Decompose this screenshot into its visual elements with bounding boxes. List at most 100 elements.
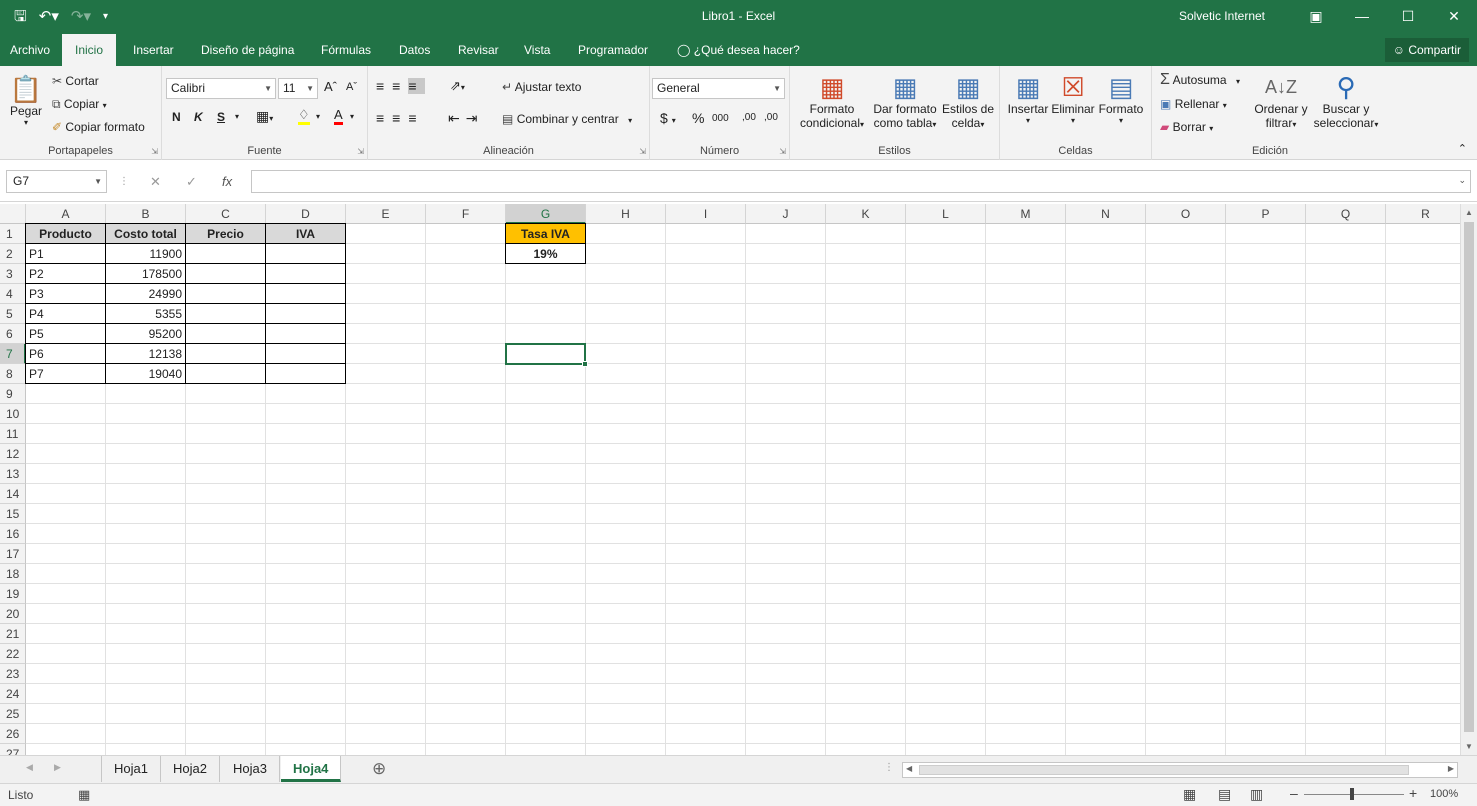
column-header[interactable]: P bbox=[1226, 204, 1306, 224]
column-header[interactable]: R bbox=[1386, 204, 1460, 224]
column-header[interactable]: B bbox=[106, 204, 186, 224]
table-cell[interactable] bbox=[265, 343, 346, 364]
table-cell[interactable]: P5 bbox=[25, 323, 106, 344]
column-header[interactable]: L bbox=[906, 204, 986, 224]
column-header[interactable]: N bbox=[1066, 204, 1146, 224]
formula-input[interactable]: ⌄ bbox=[251, 170, 1471, 193]
merge-center-button[interactable]: ▤ Combinar y centrar ▾ bbox=[502, 110, 632, 130]
save-icon[interactable]: 🖫 bbox=[14, 7, 27, 27]
table-cell[interactable] bbox=[265, 283, 346, 304]
tab-inicio[interactable]: Inicio bbox=[62, 34, 117, 66]
row-header[interactable]: 24 bbox=[0, 684, 26, 704]
column-header[interactable]: I bbox=[666, 204, 746, 224]
grow-font-icon[interactable]: Aˆ bbox=[324, 79, 337, 94]
maximize-icon[interactable]: ☐ bbox=[1385, 0, 1431, 34]
row-header[interactable]: 11 bbox=[0, 424, 26, 444]
zoom-slider[interactable] bbox=[1304, 794, 1404, 795]
orientation-icon[interactable]: ⇗▾ bbox=[450, 78, 465, 94]
new-sheet-icon[interactable]: ⊕ bbox=[372, 759, 386, 779]
underline-button[interactable]: S bbox=[217, 110, 225, 124]
fill-handle[interactable] bbox=[582, 361, 588, 367]
row-header[interactable]: 10 bbox=[0, 404, 26, 424]
table-cell[interactable]: 178500 bbox=[105, 263, 186, 284]
table-cell[interactable] bbox=[185, 263, 266, 284]
sheet-tab-hoja1[interactable]: Hoja1 bbox=[101, 756, 161, 782]
clear-button[interactable]: ▰ Borrar ▾ bbox=[1160, 118, 1213, 138]
number-format-combo[interactable]: General ▼ bbox=[652, 78, 785, 99]
fill-color-icon[interactable]: ♢ bbox=[298, 108, 310, 125]
row-header[interactable]: 14 bbox=[0, 484, 26, 504]
fill-button[interactable]: ▣ Rellenar ▾ bbox=[1160, 95, 1227, 115]
macro-record-icon[interactable]: ▦ bbox=[78, 787, 90, 803]
dialog-launcher-icon[interactable]: ⇲ bbox=[151, 147, 158, 156]
currency-button[interactable]: $ ▾ bbox=[660, 110, 676, 126]
column-header[interactable]: M bbox=[986, 204, 1066, 224]
table-cell[interactable]: P1 bbox=[25, 243, 106, 264]
table-cell[interactable]: 12138 bbox=[105, 343, 186, 364]
column-header[interactable]: O bbox=[1146, 204, 1226, 224]
normal-view-icon[interactable]: ▦ bbox=[1183, 786, 1196, 803]
row-header[interactable]: 6 bbox=[0, 324, 26, 344]
user-name[interactable]: Solvetic Internet bbox=[1179, 9, 1265, 23]
percent-button[interactable]: % bbox=[692, 110, 704, 126]
decrease-decimal-button[interactable]: ,00 bbox=[764, 112, 778, 123]
tell-me-box[interactable]: ◯ ¿Qué desea hacer? bbox=[668, 34, 809, 66]
column-header[interactable]: E bbox=[346, 204, 426, 224]
table-cell[interactable] bbox=[265, 303, 346, 324]
table-cell[interactable]: P4 bbox=[25, 303, 106, 324]
ribbon-display-icon[interactable]: ▣ bbox=[1293, 0, 1339, 34]
row-header[interactable]: 19 bbox=[0, 584, 26, 604]
table-cell[interactable] bbox=[185, 303, 266, 324]
column-header[interactable]: A bbox=[26, 204, 106, 224]
table-cell[interactable] bbox=[185, 363, 266, 384]
dialog-launcher-icon[interactable]: ⇲ bbox=[779, 147, 786, 156]
table-cell[interactable] bbox=[265, 243, 346, 264]
vertical-scrollbar[interactable]: ▲ ▼ bbox=[1460, 204, 1477, 755]
selected-cell-outline[interactable] bbox=[505, 343, 588, 367]
conditional-format-button[interactable]: ▦ Formato condicional▾ bbox=[794, 72, 870, 130]
horizontal-scrollbar[interactable]: ◀ ▶ bbox=[902, 762, 1458, 778]
page-layout-icon[interactable]: ▤ bbox=[1218, 786, 1231, 803]
table-cell[interactable] bbox=[265, 263, 346, 284]
row-header[interactable]: 2 bbox=[0, 244, 26, 264]
worksheet-grid[interactable]: A B C D E F G H I J K L M N O P Q R 1 2 3 4 5 6 7 8 9 10 11 12 13 14 15 1… bbox=[0, 204, 1460, 755]
tab-formulas[interactable]: Fórmulas bbox=[312, 34, 380, 66]
column-header[interactable]: K bbox=[826, 204, 906, 224]
row-header[interactable]: 9 bbox=[0, 384, 26, 404]
scroll-down-icon[interactable]: ▼ bbox=[1461, 742, 1477, 751]
scroll-up-icon[interactable]: ▲ bbox=[1461, 208, 1477, 217]
table-cell[interactable] bbox=[185, 343, 266, 364]
customize-icon[interactable]: ▾ bbox=[103, 7, 108, 27]
tab-programador[interactable]: Programador bbox=[569, 34, 657, 66]
vertical-align-icons[interactable]: ≡≡≡ bbox=[376, 78, 425, 94]
sort-filter-button[interactable]: A↓Z Ordenar y filtrar▾ bbox=[1252, 72, 1310, 130]
scroll-thumb[interactable] bbox=[1464, 222, 1474, 732]
table-cell[interactable] bbox=[185, 323, 266, 344]
tab-insertar[interactable]: Insertar bbox=[124, 34, 183, 66]
cancel-icon[interactable]: ✕ bbox=[150, 170, 161, 193]
zoom-in-icon[interactable]: + bbox=[1409, 785, 1417, 801]
expand-formula-icon[interactable]: ⌄ bbox=[1458, 175, 1466, 186]
table-cell[interactable]: 95200 bbox=[105, 323, 186, 344]
insert-cells-button[interactable]: ▦ Insertar ▾ bbox=[1004, 72, 1052, 125]
row-header[interactable]: 21 bbox=[0, 624, 26, 644]
row-header[interactable]: 23 bbox=[0, 664, 26, 684]
row-header[interactable]: 3 bbox=[0, 264, 26, 284]
row-header[interactable]: 25 bbox=[0, 704, 26, 724]
font-size-combo[interactable]: 11 ▼ bbox=[278, 78, 318, 99]
copy-button[interactable]: ⧉ Copiar ▾ bbox=[52, 95, 107, 115]
bold-button[interactable]: N bbox=[172, 110, 181, 124]
share-button[interactable]: ☺ Compartir bbox=[1384, 38, 1469, 62]
thousands-button[interactable]: 000 bbox=[712, 113, 729, 124]
dialog-launcher-icon[interactable]: ⇲ bbox=[357, 147, 364, 156]
sheet-tab-hoja2[interactable]: Hoja2 bbox=[161, 756, 220, 782]
table-cell[interactable]: P6 bbox=[25, 343, 106, 364]
undo-icon[interactable]: ↶▾ bbox=[39, 7, 59, 27]
tab-diseno-pagina[interactable]: Diseño de página bbox=[192, 34, 303, 66]
select-all-corner[interactable] bbox=[0, 204, 26, 224]
row-header[interactable]: 18 bbox=[0, 564, 26, 584]
row-header[interactable]: 27 bbox=[0, 744, 26, 755]
column-header[interactable]: Q bbox=[1306, 204, 1386, 224]
row-header[interactable]: 1 bbox=[0, 224, 26, 244]
table-cell[interactable]: 11900 bbox=[105, 243, 186, 264]
